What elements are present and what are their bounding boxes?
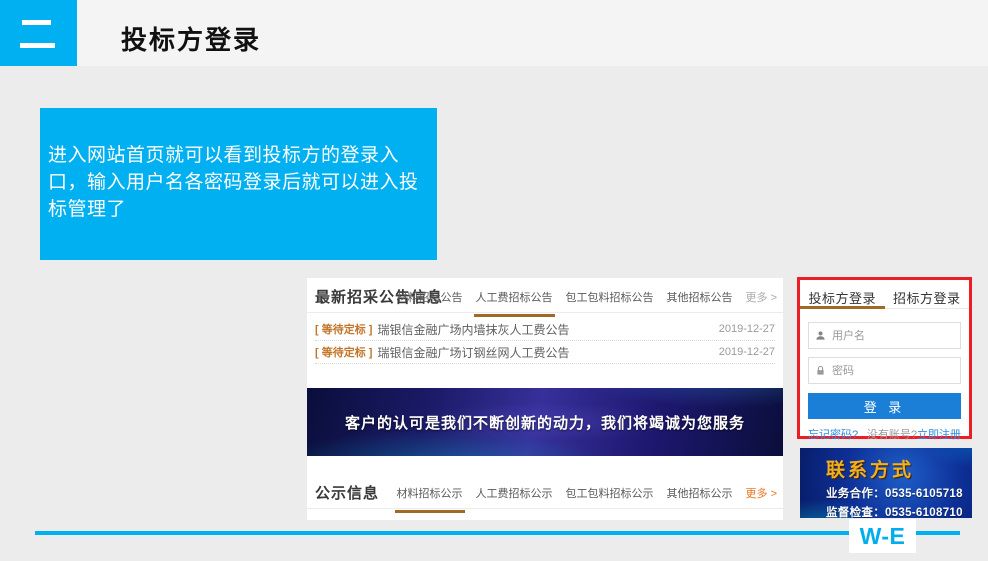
contact-content: 联系方式 业务合作：0535-6105718 监督检查：0535-6108710 <box>800 448 972 518</box>
news-more-link[interactable]: 更多 > <box>746 289 777 305</box>
user-icon <box>815 330 826 341</box>
footer-logo-text: W-E <box>860 523 906 550</box>
promo-banner[interactable]: 客户的认可是我们不断创新的动力，我们将竭诚为您服务 <box>307 388 783 456</box>
notice-tab-other[interactable]: 其他招标公示 <box>667 485 733 501</box>
login-button[interactable]: 登 录 <box>808 393 961 419</box>
status-badge: [ 等待定标 ] <box>315 344 372 360</box>
news-tab-labor[interactable]: 人工费招标公告 <box>476 289 553 305</box>
username-input[interactable] <box>832 330 954 342</box>
notice-tab-labor[interactable]: 人工费招标公示 <box>476 485 553 501</box>
callout-box: 进入网站首页就可以看到投标方的登录入口，输入用户名各密码登录后就可以进入投标管理… <box>40 108 437 260</box>
website-main-panel: 最新招采公告信息 材料招标公告 人工费招标公告 包工包料招标公告 其他招标公告 … <box>307 278 783 520</box>
status-badge: [ 等待定标 ] <box>315 321 372 337</box>
no-account-text: 没有账号? <box>867 429 917 441</box>
slide: 投标方登录 进入网站首页就可以看到投标方的登录入口，输入用户名各密码登录后就可以… <box>0 0 988 561</box>
login-panel: 投标方登录 招标方登录 登 录 忘记密码? 没有账号?立即注册 <box>797 277 972 439</box>
notice-tab-row: 材料招标公示 人工费招标公示 包工包料招标公示 其他招标公示 更多 > <box>397 485 777 501</box>
news-section-header: 最新招采公告信息 材料招标公告 人工费招标公告 包工包料招标公告 其他招标公告 … <box>307 278 783 313</box>
news-tab-package[interactable]: 包工包料招标公告 <box>566 289 654 305</box>
callout-text: 进入网站首页就可以看到投标方的登录入口，输入用户名各密码登录后就可以进入投标管理… <box>48 142 435 223</box>
notice-section-title: 公示信息 <box>315 482 379 503</box>
login-links-row: 忘记密码? 没有账号?立即注册 <box>808 426 961 442</box>
news-list: [ 等待定标 ] 瑞银信金融广场内墙抹灰人工费公告 2019-12-27 [ 等… <box>315 318 775 364</box>
register-prompt: 没有账号?立即注册 <box>867 426 961 442</box>
notice-more-link[interactable]: 更多 > <box>746 485 777 501</box>
notice-tab-material[interactable]: 材料招标公示 <box>397 485 463 501</box>
notice-tab-package[interactable]: 包工包料招标公示 <box>566 485 654 501</box>
login-tab-row: 投标方登录 招标方登录 <box>800 280 969 309</box>
menu-icon-bar <box>20 43 55 48</box>
menu-icon <box>0 0 77 66</box>
list-item[interactable]: [ 等待定标 ] 瑞银信金融广场内墙抹灰人工费公告 2019-12-27 <box>315 318 775 341</box>
contact-phone-business: 业务合作：0535-6105718 <box>826 485 972 501</box>
password-input[interactable] <box>832 365 954 377</box>
page-title: 投标方登录 <box>121 20 261 57</box>
news-item-date: 2019-12-27 <box>719 346 775 358</box>
list-item[interactable]: [ 等待定标 ] 瑞银信金融广场订钢丝网人工费公告 2019-12-27 <box>315 341 775 364</box>
footer-divider <box>35 531 960 535</box>
footer-logo: W-E <box>849 519 916 553</box>
news-tab-material[interactable]: 材料招标公告 <box>397 289 463 305</box>
news-item-title[interactable]: 瑞银信金融广场内墙抹灰人工费公告 <box>377 321 569 338</box>
promo-banner-text: 客户的认可是我们不断创新的动力，我们将竭诚为您服务 <box>345 412 745 433</box>
menu-icon-bar <box>22 20 51 25</box>
lock-icon <box>815 365 826 376</box>
password-field[interactable] <box>808 357 961 384</box>
forgot-password-link[interactable]: 忘记密码? <box>808 426 858 442</box>
news-tab-row: 材料招标公告 人工费招标公告 包工包料招标公告 其他招标公告 更多 > <box>397 289 777 305</box>
news-item-date: 2019-12-27 <box>719 323 775 335</box>
register-link[interactable]: 立即注册 <box>917 429 961 441</box>
contact-box: 联系方式 业务合作：0535-6105718 监督检查：0535-6108710 <box>800 448 972 518</box>
news-item-title[interactable]: 瑞银信金融广场订钢丝网人工费公告 <box>377 344 569 361</box>
news-tab-other[interactable]: 其他招标公告 <box>667 289 733 305</box>
tab-tenderer-login[interactable]: 招标方登录 <box>885 280 970 308</box>
notice-section-header: 公示信息 材料招标公示 人工费招标公示 包工包料招标公示 其他招标公示 更多 > <box>307 474 783 509</box>
contact-title: 联系方式 <box>826 455 972 482</box>
contact-phone-supervise: 监督检查：0535-6108710 <box>826 504 972 518</box>
tab-bidder-login[interactable]: 投标方登录 <box>800 280 885 308</box>
username-field[interactable] <box>808 322 961 349</box>
